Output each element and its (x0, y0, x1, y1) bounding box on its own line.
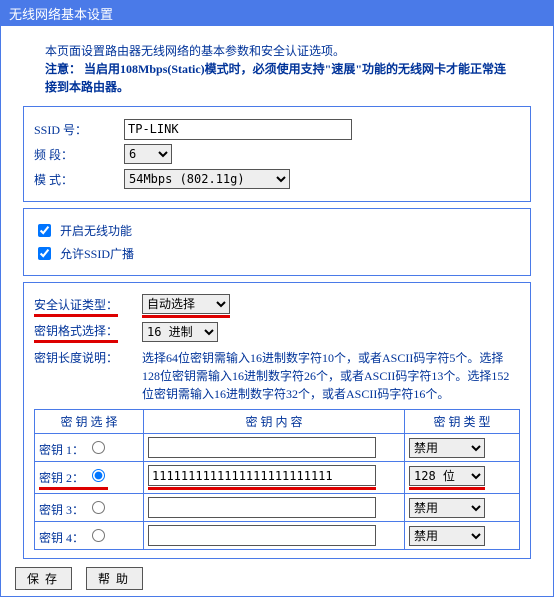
key3-label: 密钥 3： (39, 503, 84, 517)
hdr-key-content: 密 钥 内 容 (144, 410, 405, 434)
intro-warning: 注意： 当启用108Mbps(Static)模式时，必须使用支持"速展"功能的无… (45, 60, 509, 96)
table-row: 密钥 1： 禁用 (35, 434, 520, 462)
window-title: 无线网络基本设置 (1, 1, 553, 26)
key1-radio[interactable] (92, 441, 105, 454)
table-row: 密钥 4： 禁用 (35, 522, 520, 550)
key1-label: 密钥 1： (39, 443, 84, 457)
settings-window: 无线网络基本设置 本页面设置路由器无线网络的基本参数和安全认证选项。 注意： 当… (0, 0, 554, 597)
hdr-key-type: 密 钥 类 型 (405, 410, 520, 434)
ssid-input[interactable] (124, 119, 352, 140)
key2-type-select[interactable]: 128 位 (409, 466, 485, 486)
key4-input[interactable] (148, 525, 376, 546)
table-row: 密钥 3： 禁用 (35, 494, 520, 522)
auth-type-label: 安全认证类型： (34, 296, 142, 317)
button-row: 保存 帮助 (15, 567, 143, 590)
key-format-select[interactable]: 16 进制 (142, 322, 218, 342)
mode-select[interactable]: 54Mbps (802.11g) (124, 169, 290, 189)
toggle-panel: 开启无线功能 允许SSID广播 (23, 208, 531, 276)
key-table-header: 密 钥 选 择 密 钥 内 容 密 钥 类 型 (35, 410, 520, 434)
key-length-desc: 选择64位密钥需输入16进制数字符10个，或者ASCII码字符5个。选择128位… (142, 349, 520, 403)
key4-type-select[interactable]: 禁用 (409, 526, 485, 546)
key4-label: 密钥 4： (39, 531, 84, 545)
band-select[interactable]: 6 (124, 144, 172, 164)
ssid-label: SSID 号： (34, 121, 124, 138)
security-panel: 安全认证类型： 自动选择 密钥格式选择： 16 进制 密钥长度说明： 选择6 (23, 282, 531, 559)
key3-type-select[interactable]: 禁用 (409, 498, 485, 518)
key2-label: 密钥 2： (39, 471, 84, 485)
key4-radio[interactable] (92, 529, 105, 542)
key1-input[interactable] (148, 437, 376, 458)
warning-text: 当启用108Mbps(Static)模式时，必须使用支持"速展"功能的无线网卡才… (45, 62, 506, 94)
key3-input[interactable] (148, 497, 376, 518)
auth-type-select[interactable]: 自动选择 (142, 294, 230, 314)
band-label: 频 段： (34, 146, 124, 163)
help-button[interactable]: 帮助 (86, 567, 143, 590)
auth-type-wrap: 自动选择 (142, 294, 230, 318)
intro-block: 本页面设置路由器无线网络的基本参数和安全认证选项。 注意： 当启用108Mbps… (45, 42, 509, 96)
hdr-key-select: 密 钥 选 择 (35, 410, 144, 434)
content-area: 本页面设置路由器无线网络的基本参数和安全认证选项。 注意： 当启用108Mbps… (1, 26, 553, 573)
intro-text: 本页面设置路由器无线网络的基本参数和安全认证选项。 (45, 42, 509, 60)
key-table: 密 钥 选 择 密 钥 内 容 密 钥 类 型 密钥 1： 禁用 密钥 2： 1… (34, 409, 520, 550)
key2-input[interactable] (148, 465, 376, 486)
allow-ssid-broadcast-label: 允许SSID广播 (60, 245, 134, 262)
key3-radio[interactable] (92, 501, 105, 514)
warning-label: 注意： (45, 62, 81, 76)
key-length-label: 密钥长度说明： (34, 349, 142, 403)
key2-radio[interactable] (92, 469, 105, 482)
enable-wireless-checkbox[interactable] (38, 224, 51, 237)
key1-type-select[interactable]: 禁用 (409, 438, 485, 458)
key-length-desc-row: 密钥长度说明： 选择64位密钥需输入16进制数字符10个，或者ASCII码字符5… (34, 349, 520, 403)
mode-label: 模 式： (34, 171, 124, 188)
table-row: 密钥 2： 128 位 (35, 462, 520, 494)
key-format-label: 密钥格式选择： (34, 322, 142, 343)
allow-ssid-broadcast-checkbox[interactable] (38, 247, 51, 260)
save-button[interactable]: 保存 (15, 567, 72, 590)
basic-panel: SSID 号： 频 段： 6 模 式： 54Mbps (802.11g) (23, 106, 531, 202)
enable-wireless-label: 开启无线功能 (60, 222, 132, 239)
